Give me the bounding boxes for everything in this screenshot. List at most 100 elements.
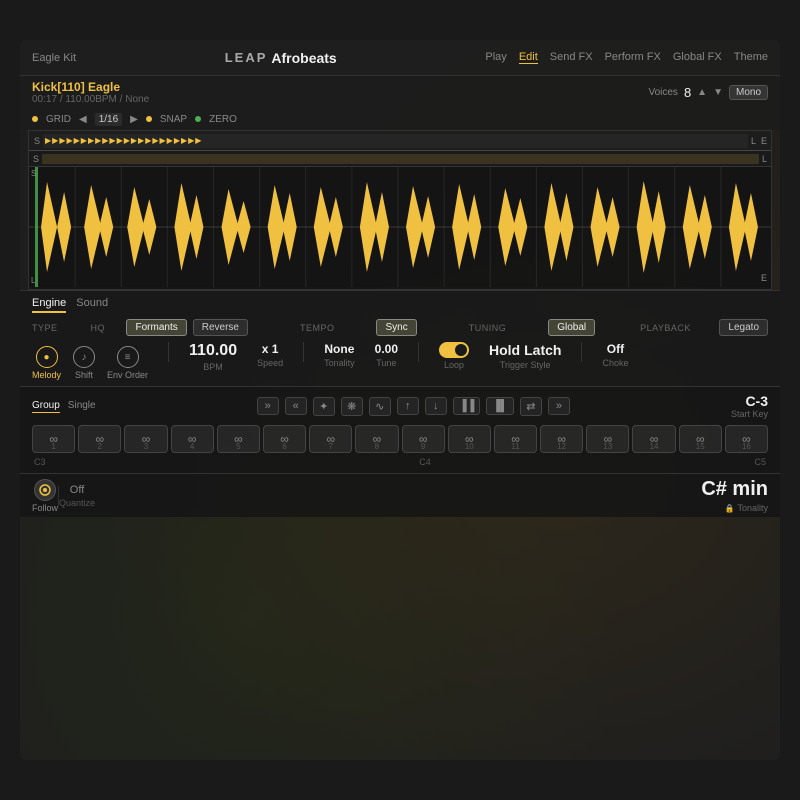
- hold-latch-group: Hold Latch Trigger Style: [489, 342, 561, 370]
- sync-btn[interactable]: Sync: [376, 319, 416, 336]
- tune-sublabel: Tune: [376, 358, 396, 368]
- track-info: Kick[110] Eagle 00:17 / 110.00BPM / None: [32, 80, 149, 105]
- pad-3-number: 3: [125, 442, 166, 451]
- pad-5[interactable]: ∞ 5: [217, 425, 260, 453]
- pad-ctrl-sparkle2[interactable]: ❋: [341, 397, 363, 416]
- nav-send-fx[interactable]: Send FX: [550, 51, 593, 64]
- follow-icon[interactable]: [34, 479, 56, 501]
- arr14: ▶: [138, 136, 144, 145]
- tonality-value: C# min: [701, 478, 768, 501]
- pad-ctrl-pause2[interactable]: ▐▌: [486, 397, 514, 415]
- tonality-value[interactable]: None: [324, 342, 354, 356]
- melody-icon-env[interactable]: ≡ Env Order: [107, 346, 148, 380]
- pad-16[interactable]: ∞ 16: [725, 425, 768, 453]
- choke-value[interactable]: Off: [607, 342, 624, 356]
- reverse-btn[interactable]: Reverse: [193, 319, 248, 336]
- pad-14[interactable]: ∞ 14: [632, 425, 675, 453]
- speed-group: x 1 Speed: [257, 342, 283, 368]
- timeline-strip: S ▶ ▶ ▶ ▶ ▶ ▶ ▶ ▶ ▶ ▶ ▶ ▶: [29, 131, 771, 151]
- sep3: [418, 342, 419, 362]
- pad-12[interactable]: ∞ 12: [540, 425, 583, 453]
- pad-ctrl-sparkle1[interactable]: ✦: [313, 397, 335, 416]
- hold-label: Hold: [489, 342, 520, 358]
- pad-6[interactable]: ∞ 6: [263, 425, 306, 453]
- tab-sound[interactable]: Sound: [76, 297, 108, 313]
- arr18: ▶: [167, 136, 173, 145]
- pad-15-number: 15: [680, 442, 721, 451]
- timeline-track[interactable]: ▶ ▶ ▶ ▶ ▶ ▶ ▶ ▶ ▶ ▶ ▶ ▶ ▶ ▶ ▶: [43, 134, 748, 148]
- voices-down-icon[interactable]: ▼: [713, 87, 723, 98]
- voices-up-icon[interactable]: ▲: [697, 87, 707, 98]
- pad-1[interactable]: ∞ 1: [32, 425, 75, 453]
- track-bpm: 110.00BPM: [65, 94, 117, 105]
- engine-section: Engine Sound TYPE HQ Formants Reverse TE…: [20, 290, 780, 386]
- tab-engine[interactable]: Engine: [32, 297, 66, 313]
- shift-label: Shift: [75, 370, 93, 380]
- pad-ctrl-pause1[interactable]: ▐▐: [453, 397, 481, 415]
- grid-value[interactable]: 1/16: [95, 113, 122, 126]
- env-icon: ≡: [117, 346, 139, 368]
- pad-8[interactable]: ∞ 8: [355, 425, 398, 453]
- loop-toggle[interactable]: [439, 342, 469, 358]
- pad-13-number: 13: [587, 442, 628, 451]
- pad-8-number: 8: [356, 442, 397, 451]
- tab-single[interactable]: Single: [68, 400, 96, 413]
- bpm-group: 110.00 BPM: [189, 342, 237, 372]
- timeline2-s: S: [33, 154, 39, 164]
- pad-3[interactable]: ∞ 3: [124, 425, 167, 453]
- pad-7[interactable]: ∞ 7: [309, 425, 352, 453]
- pad-ctrl-fast-forward[interactable]: »: [257, 397, 279, 415]
- nav-edit[interactable]: Edit: [519, 51, 538, 64]
- tuning-label: TUNING: [469, 323, 507, 333]
- arr3: ▶: [59, 136, 65, 145]
- speed-value[interactable]: x 1: [262, 342, 279, 356]
- pad-9[interactable]: ∞ 9: [402, 425, 445, 453]
- nav-theme[interactable]: Theme: [734, 51, 768, 64]
- nav-global-fx[interactable]: Global FX: [673, 51, 722, 64]
- tab-group[interactable]: Group: [32, 400, 60, 413]
- melody-icon-music[interactable]: ♪ Shift: [73, 346, 95, 380]
- grid-right-arrow[interactable]: ▶: [130, 114, 138, 125]
- voices-label: Voices: [648, 87, 677, 98]
- pad-12-number: 12: [541, 442, 582, 451]
- follow-svg: [38, 483, 52, 497]
- pad-10[interactable]: ∞ 10: [448, 425, 491, 453]
- pad-ctrl-forward[interactable]: »: [548, 397, 570, 415]
- circle-icon: ●: [36, 346, 58, 368]
- pads-grid: ∞ 1 ∞ 2 ∞ 3 ∞ 4 ∞ 5: [32, 425, 768, 453]
- end-marker-e: E: [761, 273, 767, 283]
- pad-13[interactable]: ∞ 13: [586, 425, 629, 453]
- pad-ctrl-up[interactable]: ↑: [397, 397, 419, 415]
- tune-group: 0.00 Tune: [375, 342, 398, 368]
- sep4: [581, 342, 582, 362]
- pad-ctrl-arrows[interactable]: ⇄: [520, 397, 542, 416]
- pad-ctrl-fast-back[interactable]: «: [285, 397, 307, 415]
- pad-4[interactable]: ∞ 4: [171, 425, 214, 453]
- nav-perform-fx[interactable]: Perform FX: [605, 51, 661, 64]
- bpm-value[interactable]: 110.00: [189, 342, 237, 360]
- arr9: ▶: [102, 136, 108, 145]
- pad-4-number: 4: [172, 442, 213, 451]
- tune-value[interactable]: 0.00: [375, 342, 398, 356]
- timeline2-bar[interactable]: [42, 154, 759, 164]
- quantize-value[interactable]: Off: [70, 484, 84, 496]
- pad-2[interactable]: ∞ 2: [78, 425, 121, 453]
- pad-15[interactable]: ∞ 15: [679, 425, 722, 453]
- group-tabs: Group Single: [32, 400, 96, 413]
- formants-btn[interactable]: Formants: [126, 319, 186, 336]
- melody-icon-circle[interactable]: ● Melody: [32, 346, 61, 380]
- global-btn[interactable]: Global: [548, 319, 595, 336]
- mono-button[interactable]: Mono: [729, 85, 768, 100]
- start-key-value: C-3: [745, 393, 768, 409]
- waveform-main[interactable]: S L E: [29, 167, 771, 287]
- track-name: Kick[110] Eagle: [32, 80, 149, 94]
- pad-ctrl-wave[interactable]: ∿: [369, 397, 391, 416]
- pad-11[interactable]: ∞ 11: [494, 425, 537, 453]
- grid-left-arrow[interactable]: ◀: [79, 114, 87, 125]
- pad-11-number: 11: [495, 442, 536, 451]
- bottom-controls: Follow Off Quantize C# min 🔒 Tonality: [20, 473, 780, 517]
- follow-label: Follow: [32, 503, 58, 513]
- pad-ctrl-down[interactable]: ↓: [425, 397, 447, 415]
- nav-play[interactable]: Play: [485, 51, 506, 64]
- legato-btn[interactable]: Legato: [719, 319, 768, 336]
